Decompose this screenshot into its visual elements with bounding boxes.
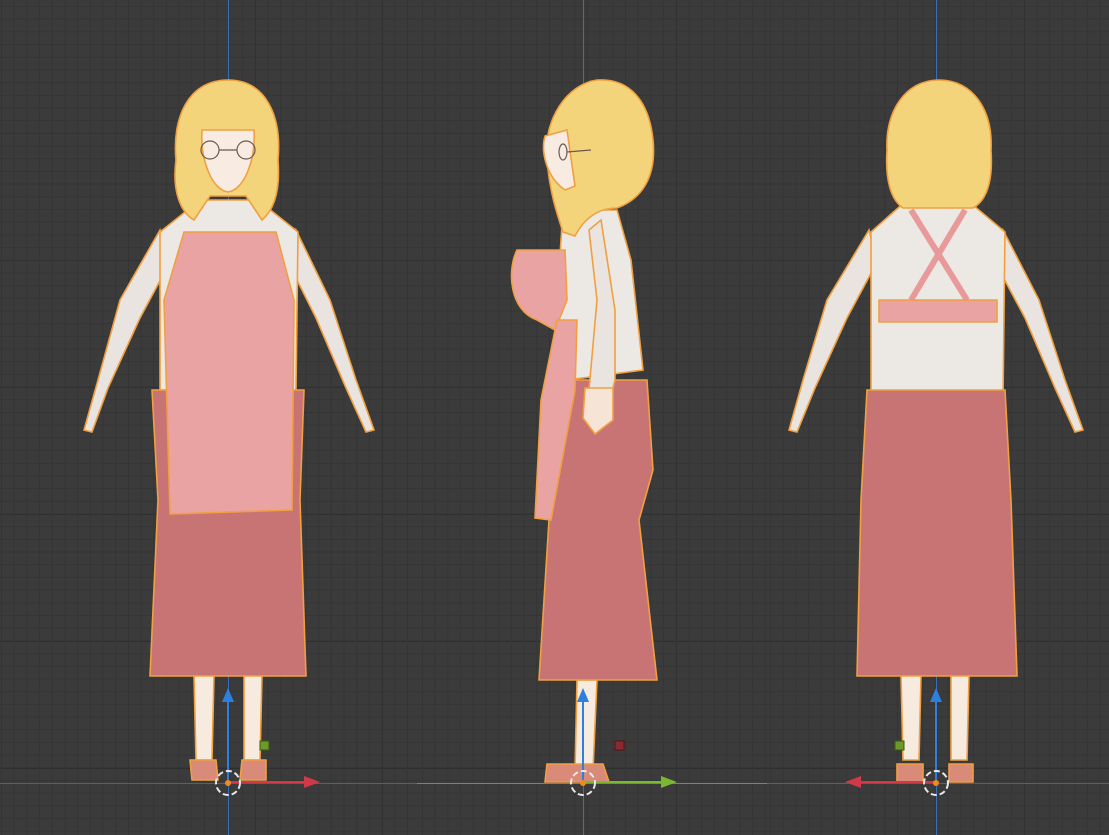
side-viewport[interactable] [417,0,767,835]
front-viewport[interactable] [0,0,417,835]
character-model-side[interactable] [417,0,767,835]
back-viewport[interactable] [767,0,1109,835]
origin-gizmo[interactable] [215,688,320,796]
character-model-back[interactable] [767,0,1109,835]
character-model-front[interactable] [0,0,417,835]
